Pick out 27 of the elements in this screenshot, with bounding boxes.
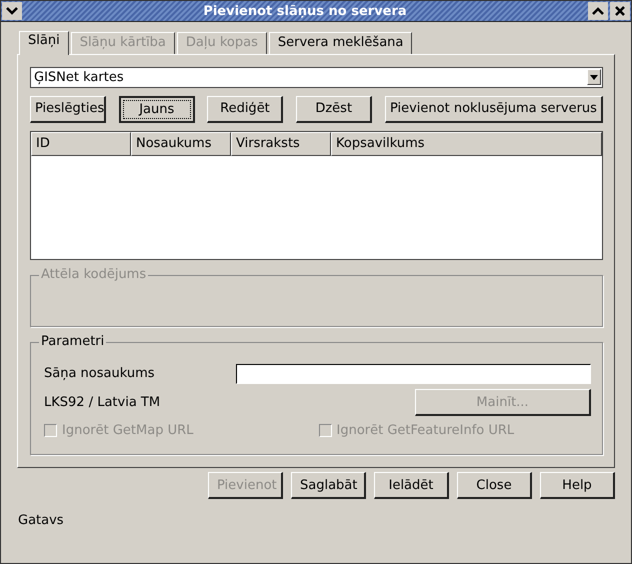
- button[interactable]: Ielādēt: [374, 472, 449, 499]
- server-dropdown[interactable]: ĢISNet kartes: [30, 67, 603, 88]
- button[interactable]: Pieslēgties: [30, 96, 106, 123]
- checkbox-label: Ignorēt GetMap URL: [62, 422, 194, 438]
- column-header[interactable]: Nosaukums: [131, 132, 231, 156]
- checkbox-label: Ignorēt GetFeatureInfo URL: [336, 422, 514, 438]
- button[interactable]: Close: [457, 472, 532, 499]
- maximize-icon[interactable]: [588, 2, 608, 20]
- column-header[interactable]: ID: [31, 132, 131, 156]
- tab[interactable]: Servera meklēšana: [268, 32, 412, 54]
- status-text: Gatavs: [17, 513, 65, 528]
- button[interactable]: Help: [540, 472, 615, 499]
- window-title: Pievienot slāņus no servera: [202, 4, 408, 18]
- button[interactable]: Pievienot noklusējuma serverus: [384, 96, 603, 123]
- button[interactable]: Dzēst: [296, 96, 372, 123]
- tab[interactable]: Slāņi: [19, 31, 69, 55]
- field-label: Sāņa nosaukums: [43, 366, 155, 382]
- column-header[interactable]: Virsraksts: [231, 132, 331, 156]
- input-field[interactable]: [236, 364, 591, 384]
- crs-label: LKS92 / Latvia TM: [43, 395, 160, 410]
- button[interactable]: Saglabāt: [291, 472, 366, 499]
- column-header[interactable]: Kopsavilkums: [331, 132, 602, 156]
- close-icon[interactable]: [610, 2, 630, 20]
- menu-chevron-icon[interactable]: [2, 2, 22, 20]
- button[interactable]: Rediģēt: [207, 96, 284, 123]
- group-title: Attēla kodējums: [39, 267, 148, 284]
- button[interactable]: Jauns: [118, 96, 195, 123]
